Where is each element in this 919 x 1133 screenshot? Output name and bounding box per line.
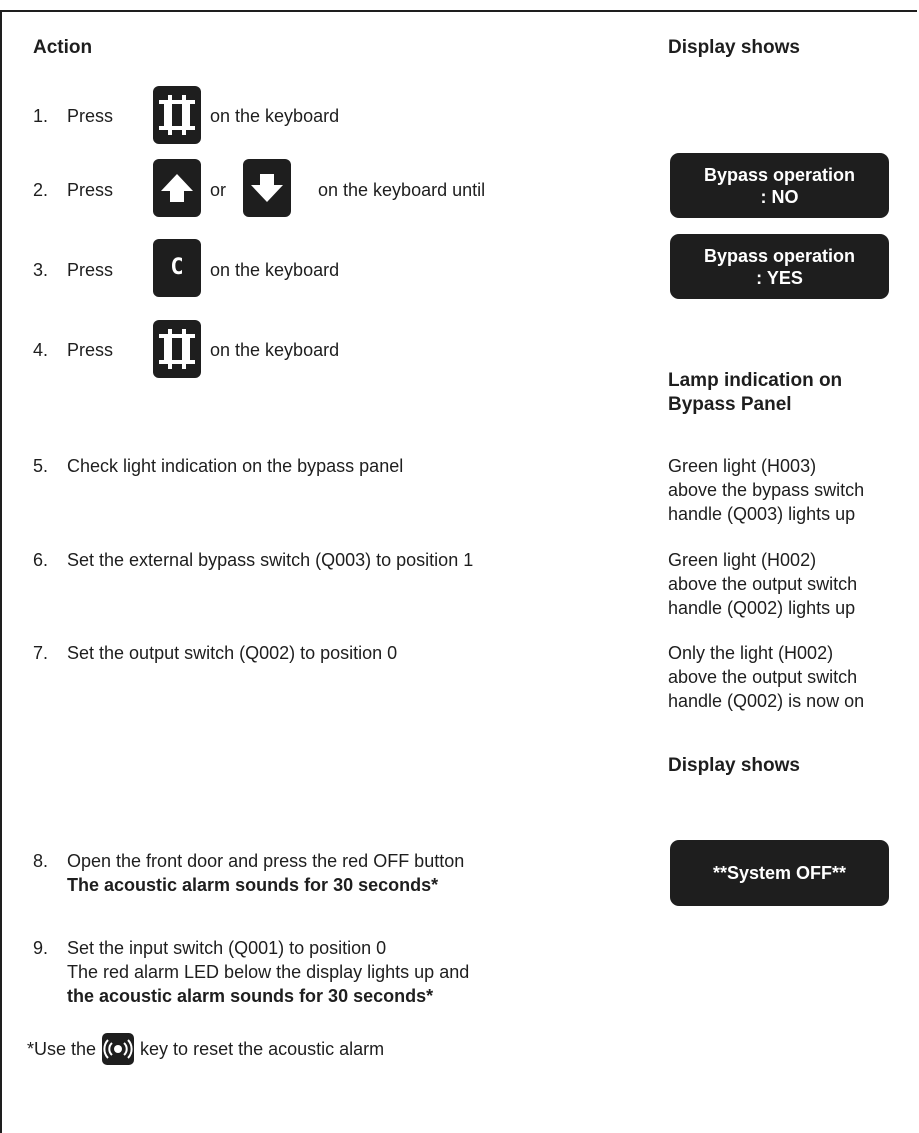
display-bypass-yes: Bypass operation : YES xyxy=(670,234,889,299)
display-shows-header: Display shows xyxy=(668,37,800,58)
step-number: 7. xyxy=(33,643,49,663)
step-number: 5. xyxy=(33,456,49,476)
step-line-bold: The acoustic alarm sounds for 30 seconds… xyxy=(67,875,439,895)
footnote-before: *Use the xyxy=(27,1039,97,1059)
step-number: 9. xyxy=(33,938,49,958)
step-after-text: on the keyboard until xyxy=(318,180,486,200)
lamp-line: handle (Q002) lights up xyxy=(668,598,856,618)
display-shows-header-2: Display shows xyxy=(668,755,800,776)
frame-key-button[interactable] xyxy=(153,320,201,378)
step-after-text: on the keyboard xyxy=(210,106,340,126)
display-system-off: **System OFF** xyxy=(670,840,889,906)
lamp-description: Only the light (H002) above the output s… xyxy=(668,641,864,713)
footnote: *Use the key to reset the acoustic alarm xyxy=(27,1033,384,1065)
frame-icon xyxy=(159,95,195,135)
step-press-label: Press xyxy=(67,260,114,280)
display-line: : YES xyxy=(756,267,803,288)
step-number: 8. xyxy=(33,851,49,871)
lamp-description: Green light (H002) above the output swit… xyxy=(668,548,857,620)
lamp-description: Green light (H003) above the bypass swit… xyxy=(668,454,864,526)
step-line-bold: the acoustic alarm sounds for 30 seconds… xyxy=(67,986,434,1006)
or-text: or xyxy=(210,180,227,200)
step-text: Open the front door and press the red OF… xyxy=(67,849,464,897)
step-text: Set the input switch (Q001) to position … xyxy=(67,936,469,1008)
c-key-button[interactable]: C xyxy=(153,239,201,297)
lamp-line: handle (Q003) lights up xyxy=(668,504,856,524)
step-after-text: on the keyboard xyxy=(210,340,340,360)
step-line: The red alarm LED below the display ligh… xyxy=(67,962,470,982)
lamp-line: above the output switch xyxy=(668,574,858,594)
step-after-text: on the keyboard xyxy=(210,260,340,280)
lamp-line: Green light (H003) xyxy=(668,456,817,476)
alarm-reset-key-button[interactable] xyxy=(102,1033,135,1065)
step-press-label: Press xyxy=(67,180,114,200)
display-line: : NO xyxy=(760,186,799,207)
step-line: Set the input switch (Q001) to position … xyxy=(67,938,387,958)
arrow-up-icon xyxy=(161,174,193,202)
step-number: 6. xyxy=(33,550,49,570)
arrow-down-icon xyxy=(251,174,283,202)
step-line: Open the front door and press the red OF… xyxy=(67,851,465,871)
step-number: 4. xyxy=(33,340,49,360)
step-text: Check light indication on the bypass pan… xyxy=(67,456,404,476)
step-press-label: Press xyxy=(67,340,114,360)
step-text: Set the output switch (Q002) to position… xyxy=(67,643,398,663)
lamp-line: Green light (H002) xyxy=(668,550,817,570)
display-line: **System OFF** xyxy=(712,863,847,883)
display-line: Bypass operation xyxy=(703,245,856,266)
display-bypass-no: Bypass operation : NO xyxy=(670,153,889,218)
action-header: Action xyxy=(33,37,93,58)
lamp-indication-header: Lamp indication on Bypass Panel xyxy=(668,370,843,415)
step-number: 3. xyxy=(33,260,49,280)
down-key-button[interactable] xyxy=(243,159,291,217)
footnote-after: key to reset the acoustic alarm xyxy=(140,1039,385,1059)
step-text: Set the external bypass switch (Q003) to… xyxy=(67,550,474,570)
step-number: 2. xyxy=(33,180,49,200)
up-key-button[interactable] xyxy=(153,159,201,217)
lamp-line: above the output switch xyxy=(668,667,858,687)
lamp-line: above the bypass switch xyxy=(668,480,865,500)
display-line: Bypass operation xyxy=(703,164,856,185)
frame-icon xyxy=(159,329,195,369)
step-press-label: Press xyxy=(67,106,114,126)
lamp-line: Only the light (H002) xyxy=(668,643,834,663)
frame-key-button[interactable] xyxy=(153,86,201,144)
step-number: 1. xyxy=(33,106,49,126)
alarm-reset-icon xyxy=(103,1039,133,1059)
lamp-line: handle (Q002) is now on xyxy=(668,691,865,711)
